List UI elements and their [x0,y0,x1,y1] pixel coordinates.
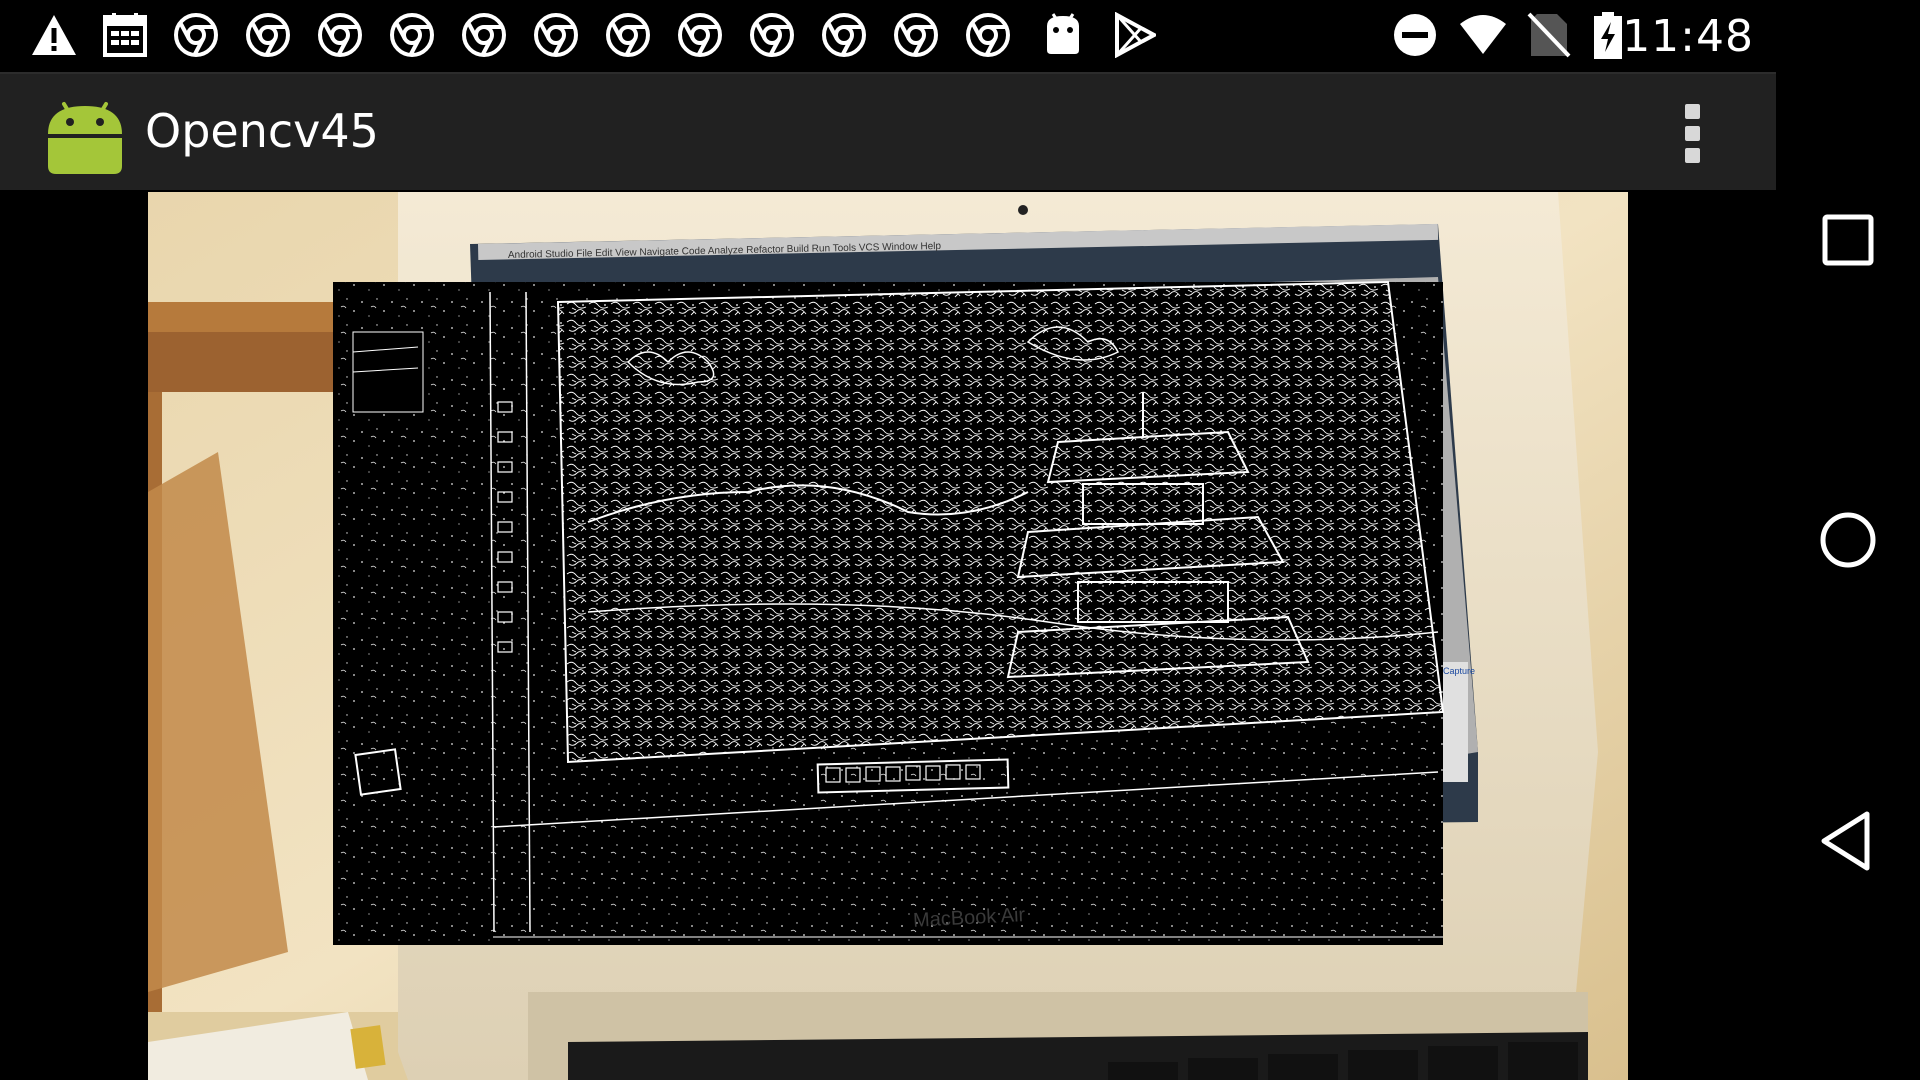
android-debug-icon [1043,12,1083,58]
camera-preview-image[interactable]: Android Studio File Edit View Navigate C… [148,192,1628,1080]
chrome-icon [821,12,867,58]
chrome-icon [677,12,723,58]
camera-view[interactable]: Android Studio File Edit View Navigate C… [0,190,1776,1080]
status-bar: 11:48 [0,0,1920,72]
battery-charging-icon [1592,12,1624,59]
chrome-icon [533,12,579,58]
chrome-icon [965,12,1011,58]
recents-icon[interactable] [1792,184,1904,296]
chrome-icon [461,12,507,58]
calendar-icon [102,12,148,58]
android-screen: 11:48 Opencv45 Android Studio File Edit … [0,0,1920,1080]
wifi-icon [1458,12,1508,58]
home-icon[interactable] [1792,484,1904,596]
do-not-disturb-icon [1392,12,1438,58]
chrome-icon [605,12,651,58]
chrome-icon [317,12,363,58]
app-title: Opencv45 [145,104,379,158]
more-vert-icon[interactable] [1674,100,1710,168]
back-icon[interactable] [1792,784,1904,896]
chrome-icon [173,12,219,58]
chrome-icon [389,12,435,58]
chrome-icon [749,12,795,58]
action-bar: Opencv45 [0,72,1776,190]
android-icon [44,92,126,174]
play-store-icon [1114,12,1156,58]
navigation-bar [1776,0,1920,1080]
chrome-icon [245,12,291,58]
no-sim-icon [1527,12,1571,58]
status-clock: 11:48 [1622,11,1754,62]
chrome-icon [893,12,939,58]
warning-icon [30,12,78,58]
